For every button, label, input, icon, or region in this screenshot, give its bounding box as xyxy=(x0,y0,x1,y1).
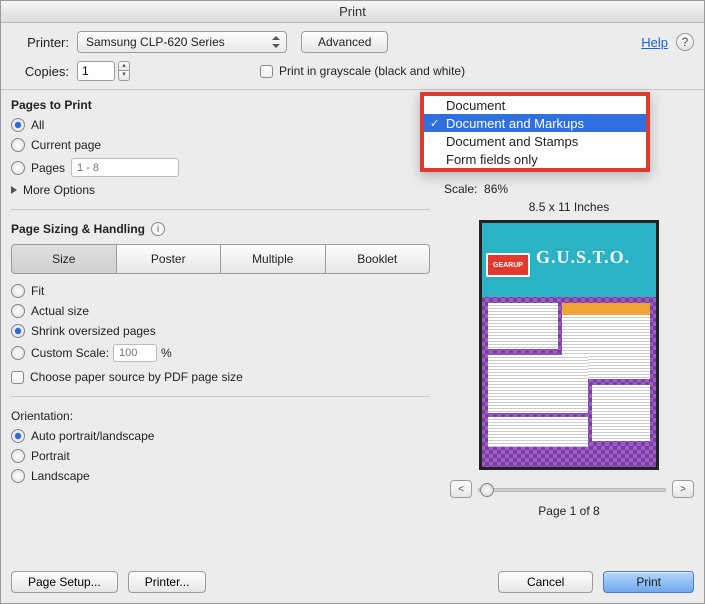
right-column: Document Document and Markups Document a… xyxy=(444,98,694,518)
copies-label: Copies: xyxy=(11,64,69,79)
radio-pages-label: Pages xyxy=(31,161,65,175)
scale-value: 86% xyxy=(484,182,508,196)
grayscale-label: Print in grayscale (black and white) xyxy=(279,64,465,78)
print-dialog: Print Printer: Samsung CLP-620 Series Ad… xyxy=(0,0,705,604)
copies-row: Copies: ▴▾ Print in grayscale (black and… xyxy=(11,61,694,81)
percent-label: % xyxy=(161,346,172,360)
radio-all[interactable] xyxy=(11,118,25,132)
left-column: Pages to Print All Current page Pages Mo… xyxy=(11,98,430,518)
radio-auto-label: Auto portrait/landscape xyxy=(31,429,154,443)
dropdown-item-markups[interactable]: Document and Markups xyxy=(424,114,646,132)
orientation-title: Orientation: xyxy=(11,409,430,423)
copies-stepper[interactable]: ▴▾ xyxy=(118,61,130,81)
lower-area: Pages to Print All Current page Pages Mo… xyxy=(11,98,694,518)
radio-current-row: Current page xyxy=(11,138,430,152)
more-options[interactable]: More Options xyxy=(11,183,430,197)
radio-all-row: All xyxy=(11,118,430,132)
seg-multiple[interactable]: Multiple xyxy=(221,244,326,274)
pages-input[interactable] xyxy=(71,158,179,177)
printer-value: Samsung CLP-620 Series xyxy=(86,35,225,49)
page-slider[interactable] xyxy=(478,482,666,496)
scale-row: Scale: 86% xyxy=(444,182,694,196)
dropdown-item-stamps[interactable]: Document and Stamps xyxy=(424,132,646,150)
dropdown-item-formfields[interactable]: Form fields only xyxy=(424,150,646,168)
advanced-button[interactable]: Advanced xyxy=(301,31,388,53)
paper-source-checkbox[interactable] xyxy=(11,371,24,384)
copies-input[interactable] xyxy=(77,61,115,81)
radio-pages[interactable] xyxy=(11,161,25,175)
radio-all-label: All xyxy=(31,118,44,132)
divider xyxy=(11,209,430,210)
radio-portrait-label: Portrait xyxy=(31,449,70,463)
radio-actual-label: Actual size xyxy=(31,304,89,318)
print-button[interactable]: Print xyxy=(603,571,694,593)
radio-shrink[interactable] xyxy=(11,324,25,338)
dims-label: 8.5 x 11 Inches xyxy=(444,200,694,214)
radio-current-label: Current page xyxy=(31,138,101,152)
preview-nav: < > xyxy=(450,480,694,498)
radio-fit-label: Fit xyxy=(31,284,44,298)
paper-source-label: Choose paper source by PDF page size xyxy=(30,370,243,384)
window-title: Print xyxy=(1,1,704,23)
printer-row: Printer: Samsung CLP-620 Series Advanced… xyxy=(11,31,694,53)
pages-to-print-title: Pages to Print xyxy=(11,98,430,112)
preview-logo: GEARUP xyxy=(486,253,530,277)
radio-custom-label: Custom Scale: xyxy=(31,346,109,360)
preview-headline: G.U.S.T.O. xyxy=(536,247,630,268)
seg-booklet[interactable]: Booklet xyxy=(326,244,431,274)
help-icon[interactable]: ? xyxy=(676,33,694,51)
radio-landscape-label: Landscape xyxy=(31,469,90,483)
page-indicator: Page 1 of 8 xyxy=(444,504,694,518)
comments-dropdown[interactable]: Document Document and Markups Document a… xyxy=(420,92,650,172)
sizing-segment: Size Poster Multiple Booklet xyxy=(11,244,430,274)
printer-label: Printer: xyxy=(11,35,69,50)
radio-pages-row: Pages xyxy=(11,158,430,177)
footer: Page Setup... Printer... Cancel Print xyxy=(1,561,704,603)
printer-button[interactable]: Printer... xyxy=(128,571,207,593)
grayscale-checkbox[interactable] xyxy=(260,65,273,78)
scale-label: Scale: xyxy=(444,182,477,196)
printer-select[interactable]: Samsung CLP-620 Series xyxy=(77,31,287,53)
info-icon[interactable]: i xyxy=(151,222,165,236)
radio-portrait[interactable] xyxy=(11,449,25,463)
radio-auto-orient[interactable] xyxy=(11,429,25,443)
more-options-label: More Options xyxy=(23,183,95,197)
cancel-button[interactable]: Cancel xyxy=(498,571,593,593)
sizing-title-text: Page Sizing & Handling xyxy=(11,222,145,236)
divider xyxy=(1,89,704,90)
help-link[interactable]: Help xyxy=(641,35,668,50)
dialog-content: Printer: Samsung CLP-620 Series Advanced… xyxy=(1,23,704,528)
radio-actual[interactable] xyxy=(11,304,25,318)
disclosure-triangle-icon xyxy=(11,186,17,194)
divider xyxy=(11,396,430,397)
sizing-title: Page Sizing & Handling i xyxy=(11,222,430,236)
page-preview: GEARUP G.U.S.T.O. xyxy=(479,220,659,470)
next-page-button[interactable]: > xyxy=(672,480,694,498)
dropdown-item-document[interactable]: Document xyxy=(424,96,646,114)
radio-shrink-label: Shrink oversized pages xyxy=(31,324,156,338)
prev-page-button[interactable]: < xyxy=(450,480,472,498)
radio-current[interactable] xyxy=(11,138,25,152)
radio-fit[interactable] xyxy=(11,284,25,298)
page-setup-button[interactable]: Page Setup... xyxy=(11,571,118,593)
radio-custom[interactable] xyxy=(11,346,25,360)
custom-scale-input[interactable] xyxy=(113,344,157,362)
radio-landscape[interactable] xyxy=(11,469,25,483)
seg-poster[interactable]: Poster xyxy=(117,244,222,274)
seg-size[interactable]: Size xyxy=(11,244,117,274)
